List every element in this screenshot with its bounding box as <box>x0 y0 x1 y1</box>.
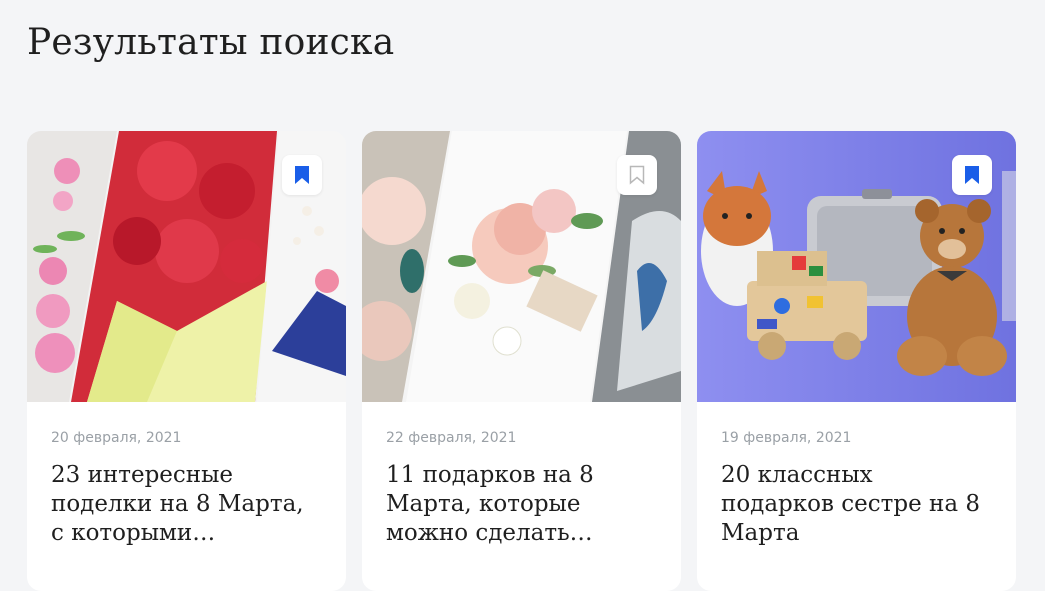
article-card[interactable]: 22 февраля, 2021 11 подарков на 8 Марта,… <box>362 131 681 591</box>
article-date: 22 февраля, 2021 <box>386 430 517 446</box>
page-title: Результаты поиска <box>27 22 395 63</box>
bookmark-button[interactable] <box>617 155 657 195</box>
article-image-paper-flowers[interactable] <box>27 131 346 402</box>
article-title[interactable]: 20 классных подарков сестре на 8 Марта <box>721 461 992 548</box>
article-image-flower-comb[interactable] <box>362 131 681 402</box>
article-title[interactable]: 11 подарков на 8 Марта, которые можно сд… <box>386 461 657 548</box>
article-date: 20 февраля, 2021 <box>51 430 182 446</box>
article-image-gifts[interactable] <box>697 131 1016 402</box>
article-card[interactable]: 20 февраля, 2021 23 интересные поделки н… <box>27 131 346 591</box>
article-date: 19 февраля, 2021 <box>721 430 852 446</box>
bookmark-filled-icon <box>295 166 309 184</box>
bookmark-filled-icon <box>965 166 979 184</box>
search-results-list: 20 февраля, 2021 23 интересные поделки н… <box>27 131 1016 591</box>
bookmark-outline-icon <box>629 165 645 185</box>
article-title[interactable]: 23 интересные поделки на 8 Марта, с кото… <box>51 461 322 548</box>
article-card[interactable]: 19 февраля, 2021 20 классных подарков се… <box>697 131 1016 591</box>
bookmark-button[interactable] <box>282 155 322 195</box>
bookmark-button[interactable] <box>952 155 992 195</box>
